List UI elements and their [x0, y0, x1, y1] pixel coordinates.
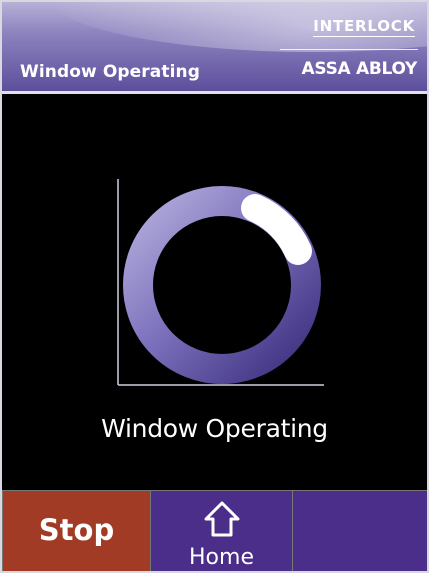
progress-ring-highlight	[241, 194, 312, 265]
header-bar: Window Operating INTERLOCK ASSA ABLOY	[2, 2, 427, 91]
home-icon	[204, 501, 239, 537]
screen-frame: Window Operating INTERLOCK ASSA ABLOY Wi…	[0, 0, 429, 573]
brand-interlock-logo: INTERLOCK	[313, 17, 415, 37]
brand-divider	[280, 49, 418, 50]
home-button[interactable]: Home	[150, 490, 292, 571]
blank-button[interactable]	[292, 490, 427, 571]
home-button-label: Home	[189, 545, 254, 570]
progress-ring-icon	[117, 179, 324, 386]
brand-assa-abloy-logo: ASSA ABLOY	[301, 59, 418, 79]
stop-button-label: Stop	[38, 513, 115, 547]
bottom-nav: Stop Home	[2, 490, 427, 571]
stop-button[interactable]: Stop	[2, 490, 150, 571]
status-text: Window Operating	[101, 414, 328, 443]
header-divider	[2, 91, 427, 94]
page-title: Window Operating	[20, 62, 200, 82]
